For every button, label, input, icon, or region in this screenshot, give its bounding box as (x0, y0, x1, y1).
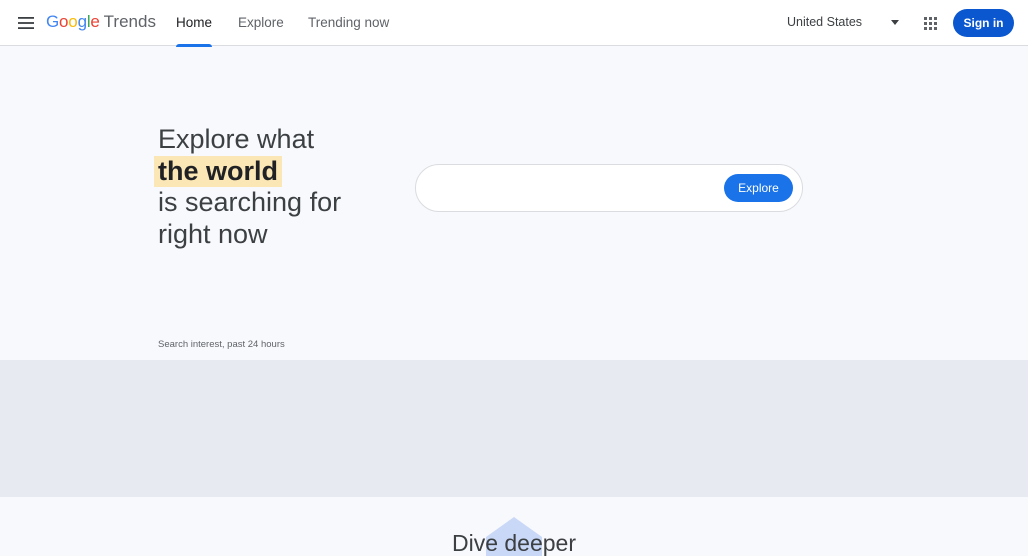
sign-in-button[interactable]: Sign in (953, 9, 1014, 37)
google-apps-button[interactable] (920, 13, 940, 33)
google-wordmark: Google (46, 12, 100, 31)
dive-deeper-title: Dive deeper (451, 530, 577, 556)
active-tab-indicator (176, 44, 213, 47)
search-input[interactable] (434, 175, 724, 201)
tab-explore[interactable]: Explore (238, 0, 284, 46)
country-selector-value: United States (787, 15, 863, 29)
tab-home[interactable]: Home (176, 0, 213, 47)
search-box: Explore (415, 164, 803, 212)
hero-title: Explore what the world is searching for … (154, 124, 398, 250)
google-trends-logo[interactable]: Google Trends (46, 12, 156, 34)
tab-trending-now[interactable]: Trending now (308, 0, 389, 46)
hero-line-3: is searching for (158, 187, 342, 217)
search-interest-band (0, 360, 1028, 497)
tab-explore-label: Explore (238, 15, 284, 30)
tab-home-label: Home (176, 15, 213, 30)
dive-deeper-section: Dive deeper (0, 497, 1028, 556)
apps-grid-icon (923, 16, 937, 30)
country-selector[interactable]: United States (787, 0, 907, 46)
hero-line-2: the world (154, 155, 398, 187)
hero-line-1: Explore what (158, 124, 315, 154)
hero-line-4: right now (158, 218, 268, 249)
hero-highlight: the world (154, 155, 282, 187)
menu-icon (18, 17, 34, 29)
search-interest-label: Search interest, past 24 hours (158, 339, 285, 350)
tab-trending-now-label: Trending now (308, 15, 390, 30)
dropdown-caret-icon (891, 20, 899, 25)
explore-button[interactable]: Explore (724, 174, 793, 202)
main-menu-button[interactable] (12, 9, 40, 37)
top-app-bar: Google Trends Home Explore Trending now … (0, 0, 1028, 47)
product-name: Trends (103, 12, 156, 31)
